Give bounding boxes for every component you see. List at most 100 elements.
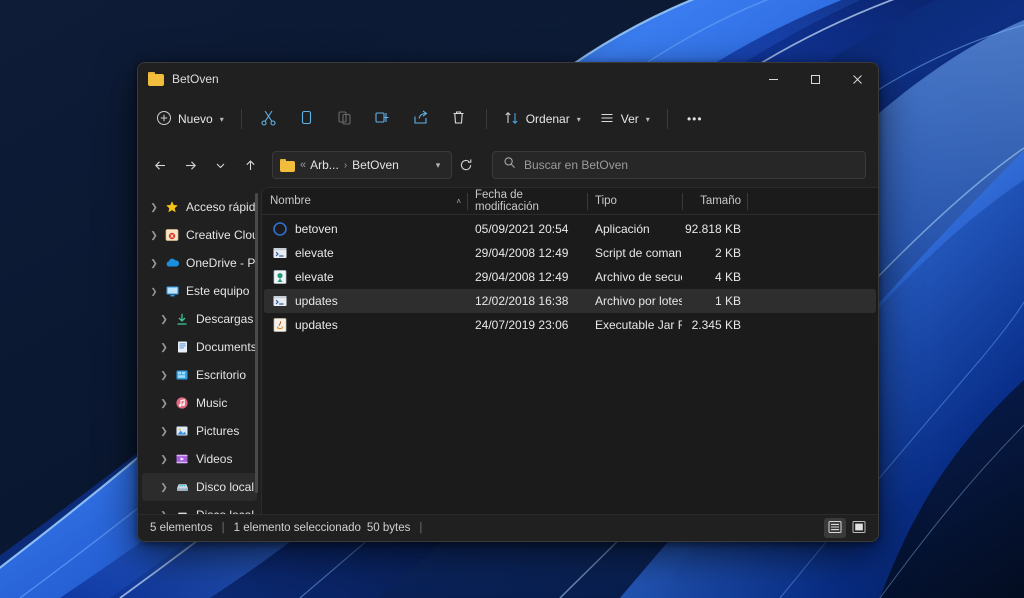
folder-icon [280,158,295,172]
sidebar-item-pictures[interactable]: ❯ Pictures [142,417,257,445]
file-type: Archivo de secuen... [595,270,682,284]
view-button[interactable]: Ver ▾ [591,103,658,135]
chevron-right-icon[interactable]: ❯ [156,370,172,381]
close-button[interactable] [836,63,878,95]
file-name: updates [295,294,338,308]
up-button[interactable] [236,151,264,179]
address-row: « Arb... › BetOven ▾ Buscar en BetOven [138,143,878,187]
sidebar-item-videos[interactable]: ❯ Videos [142,445,257,473]
search-icon [503,156,516,174]
chevron-right-icon[interactable]: ❯ [156,314,172,325]
sidebar-item-label: Escritorio [196,368,247,382]
sort-button[interactable]: Ordenar ▾ [496,103,589,135]
title-bar[interactable]: BetOven [138,63,878,95]
paste-button[interactable] [327,103,363,135]
sidebar-item-label: Documents [196,340,257,354]
address-bar[interactable]: « Arb... › BetOven ▾ [272,151,452,179]
table-row[interactable]: updates 24/07/2019 23:06 Executable Jar … [264,313,876,337]
file-name: elevate [295,246,334,260]
plus-circle-icon [156,110,172,129]
breadcrumb-separator: › [343,159,348,171]
sidebar-item-acceso-rapido[interactable]: ❯ Acceso rápido [142,193,257,221]
sidebar-item-label: Pictures [196,424,240,438]
sidebar-item-label: Descargas [196,312,254,326]
folder-icon [148,72,164,86]
selection-info: 1 elemento seleccionado [233,522,361,534]
chevron-right-icon[interactable]: ❯ [156,482,172,493]
sidebar-item-descargas[interactable]: ❯ Descargas [142,305,257,333]
file-name-cell: betoven [264,221,467,237]
details-view-button[interactable] [824,518,846,538]
disk-icon [172,480,192,494]
main-area: ❯ Acceso rápido ❯ Creative Cloud ❯ OneDr… [138,187,878,514]
chevron-down-icon[interactable]: ❯ [146,287,162,296]
file-name-cell: updates [264,317,467,333]
cut-icon [260,109,277,129]
minimize-button[interactable] [752,63,794,95]
file-name-cell: updates [264,293,467,309]
table-row[interactable]: elevate 29/04/2008 12:49 Archivo de secu… [264,265,876,289]
table-row[interactable]: betoven 05/09/2021 20:54 Aplicación 92.8… [264,217,876,241]
breadcrumb-overflow[interactable]: « [300,159,306,171]
chevron-down-icon: ▾ [645,114,650,124]
disk-icon [172,508,192,514]
file-type: Executable Jar File [595,318,682,332]
chevron-right-icon[interactable]: ❯ [146,202,162,213]
column-header-type[interactable]: Tipo [587,188,682,215]
recent-locations-button[interactable] [206,151,234,179]
sidebar-item-disco-local-d[interactable]: ❯ Disco local (D [142,501,257,514]
vbs-script-icon [272,269,288,285]
forward-button[interactable] [176,151,204,179]
refresh-button[interactable] [454,158,478,172]
more-options-button[interactable]: ••• [677,103,713,135]
column-header-date[interactable]: Fecha de modificación [467,188,587,215]
sidebar-item-label: Acceso rápido [186,200,257,214]
rename-button[interactable] [365,103,401,135]
app-circle-icon [272,221,288,237]
command-bar: Nuevo ▾ Ordenar ▾ Ver ▾ ••• [138,95,878,143]
column-header-name[interactable]: Nombre ˄ [262,188,467,215]
sidebar-item-creative-cloud[interactable]: ❯ Creative Cloud [142,221,257,249]
sidebar-item-escritorio[interactable]: ❯ Escritorio [142,361,257,389]
chevron-right-icon[interactable]: ❯ [156,510,172,515]
window-title: BetOven [172,72,219,86]
sidebar-item-este-equipo[interactable]: ❯ Este equipo [142,277,257,305]
chevron-right-icon[interactable]: ❯ [146,230,162,241]
chevron-right-icon[interactable]: ❯ [146,258,162,269]
sidebar-scrollbar[interactable] [255,193,258,493]
large-icons-view-button[interactable] [848,518,870,538]
chevron-right-icon[interactable]: ❯ [156,454,172,465]
chevron-down-icon[interactable]: ▾ [427,160,449,171]
table-row[interactable]: updates 12/02/2018 16:38 Archivo por lot… [264,289,876,313]
status-separator: | [221,522,225,534]
column-header-size[interactable]: Tamaño [682,188,747,215]
chevron-right-icon[interactable]: ❯ [156,342,172,353]
breadcrumb-item-2[interactable]: BetOven [352,158,399,172]
search-box[interactable]: Buscar en BetOven [492,151,866,179]
chevron-right-icon[interactable]: ❯ [156,426,172,437]
sidebar-item-onedrive[interactable]: ❯ OneDrive - Per [142,249,257,277]
cut-button[interactable] [251,103,287,135]
chevron-right-icon[interactable]: ❯ [156,398,172,409]
computer-icon [162,284,182,298]
breadcrumb-item-1[interactable]: Arb... [310,158,339,172]
delete-icon [450,109,467,129]
delete-button[interactable] [441,103,477,135]
file-type: Script de comand... [595,246,682,260]
sidebar-item-label: Videos [196,452,233,466]
copy-button[interactable] [289,103,325,135]
sidebar-item-music[interactable]: ❯ Music [142,389,257,417]
toolbar-divider-2 [485,109,487,129]
maximize-button[interactable] [794,63,836,95]
cmd-script-icon [272,245,288,261]
column-header-size-label: Tamaño [700,195,741,207]
paste-icon [336,109,353,129]
cmd-script-icon [272,293,288,309]
table-row[interactable]: elevate 29/04/2008 12:49 Script de coman… [264,241,876,265]
back-button[interactable] [146,151,174,179]
sidebar-item-disco-local-c[interactable]: ❯ Disco local (C [142,473,257,501]
column-header-name-label: Nombre [270,195,311,207]
share-button[interactable] [403,103,439,135]
new-button[interactable]: Nuevo ▾ [148,103,232,135]
sidebar-item-documents[interactable]: ❯ Documents [142,333,257,361]
